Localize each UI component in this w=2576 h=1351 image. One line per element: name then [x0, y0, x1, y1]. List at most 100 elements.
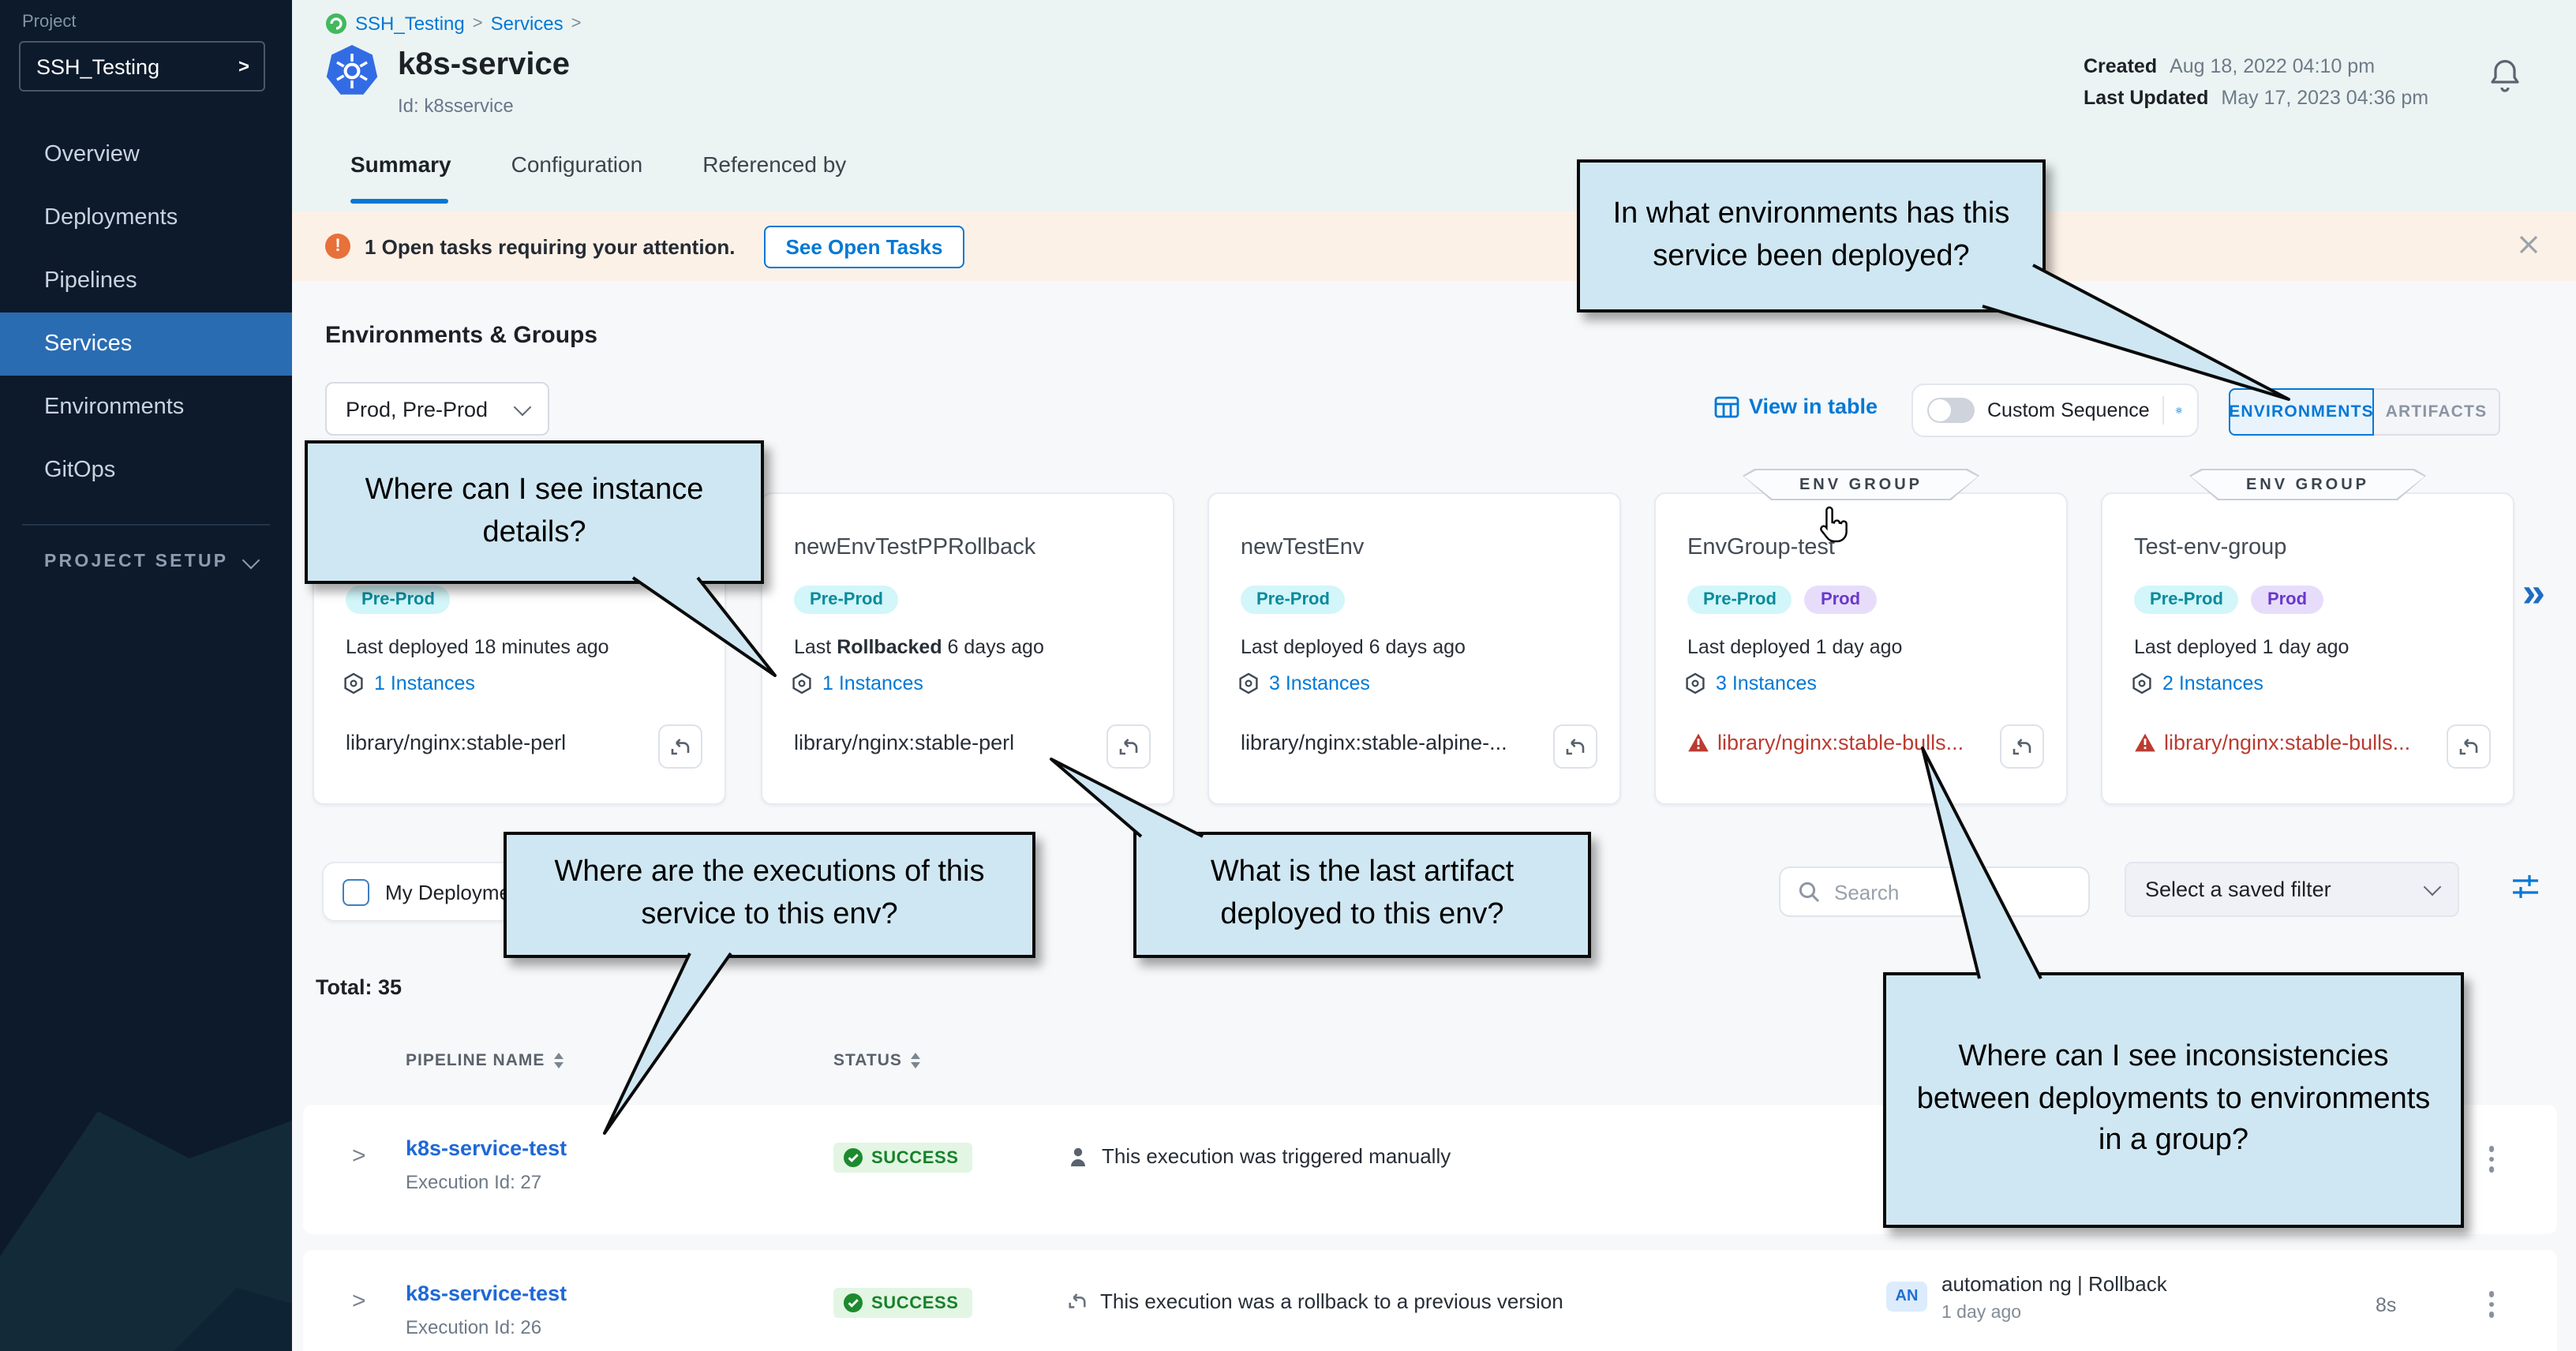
custom-sequence-toggle[interactable] [1927, 398, 1975, 423]
sidebar-item-project-setup[interactable]: PROJECT SETUP [44, 552, 256, 571]
notifications-bell-icon[interactable] [2486, 55, 2524, 96]
instances-link[interactable]: 3 Instances [1684, 672, 1817, 694]
open-tasks-banner: ! 1 Open tasks requiring your attention.… [292, 211, 2576, 281]
env-type-badges: Pre-Prod [1241, 586, 1346, 614]
search-box [1779, 866, 2090, 917]
artifact-name: library/nginx:stable-bulls... [2134, 731, 2410, 754]
redeploy-icon [1564, 735, 1586, 758]
column-header-status[interactable]: STATUS [833, 1051, 921, 1070]
warning-icon [2134, 732, 2156, 753]
sidebar-item-overview[interactable]: Overview [0, 123, 292, 186]
executions-total: Total: 35 [316, 975, 402, 999]
pipeline-name-link[interactable]: k8s-service-test [406, 1136, 567, 1160]
tab-environments-toggle[interactable]: ENVIRONMENTS [2229, 388, 2374, 436]
sidebar-item-deployments[interactable]: Deployments [0, 186, 292, 249]
expand-row-icon[interactable]: > [352, 1288, 366, 1315]
updated-label: Last Updated [2084, 87, 2208, 109]
environment-card[interactable]: ENV GROUPEnvGroup-testPre-ProdProdLast d… [1654, 492, 2068, 805]
env-type-badges: Pre-ProdProd [1687, 586, 1876, 614]
my-deployments-checkbox[interactable] [343, 878, 369, 905]
tab-bar: Summary Configuration Referenced by [350, 152, 846, 177]
instances-hexagon-icon [1684, 672, 1706, 694]
redeploy-artifact-button[interactable] [658, 724, 702, 769]
breadcrumb-separator: > [473, 14, 483, 33]
env-card-name: newEnvTestPPRollback [794, 535, 1035, 560]
instances-link[interactable]: 3 Instances [1237, 672, 1370, 694]
breadcrumb-separator: > [571, 14, 582, 33]
see-open-tasks-button[interactable]: See Open Tasks [764, 225, 965, 268]
tab-artifacts-toggle[interactable]: ARTIFACTS [2374, 388, 2500, 436]
breadcrumb: SSH_Testing > Services > [325, 13, 582, 35]
sidebar: Project SSH_Testing > OverviewDeployment… [0, 0, 292, 1351]
page-title: k8s-service [398, 47, 570, 84]
environment-card[interactable]: ENV GROUPTest-env-groupPre-ProdProdLast … [2101, 492, 2514, 805]
search-icon [1798, 881, 1820, 903]
instances-link[interactable]: 1 Instances [791, 672, 923, 694]
env-type-badges: Pre-ProdProd [2134, 586, 2323, 614]
success-check-icon [843, 1293, 863, 1313]
tab-configuration[interactable]: Configuration [511, 152, 643, 177]
close-icon[interactable] [2516, 232, 2541, 257]
row-menu-icon[interactable] [2488, 1291, 2494, 1317]
callout-executions-question: Where are the executions of this service… [504, 832, 1035, 958]
redeploy-icon [669, 735, 691, 758]
harness-icon [325, 13, 347, 35]
environment-type-dropdown[interactable]: Prod, Pre-Prod [325, 382, 549, 436]
artifact-name: library/nginx:stable-alpine-... [1241, 731, 1507, 754]
execution-row[interactable]: > k8s-service-test Execution Id: 26 SUCC… [303, 1250, 2557, 1351]
env-group-label: ENV GROUP [1799, 476, 1923, 493]
trigger-author: AN automation ng | Rollback 1 day ago [1886, 1272, 2167, 1323]
sidebar-item-environments[interactable]: Environments [0, 376, 292, 439]
filter-sliders-icon[interactable] [2510, 873, 2541, 901]
environment-card[interactable]: newTestEnvPre-ProdLast deployed 6 days a… [1208, 492, 1621, 805]
env-type-badges: Pre-Prod [794, 586, 899, 614]
instances-link[interactable]: 1 Instances [343, 672, 475, 694]
instances-hexagon-icon [1237, 672, 1260, 694]
tab-summary[interactable]: Summary [350, 152, 451, 177]
status-badge: SUCCESS [833, 1143, 973, 1173]
sidebar-item-pipelines[interactable]: Pipelines [0, 249, 292, 312]
view-in-table-link[interactable]: View in table [1714, 395, 1878, 418]
redeploy-artifact-button[interactable] [2000, 724, 2044, 769]
column-header-pipeline[interactable]: PIPELINE NAME [406, 1051, 564, 1070]
success-check-icon [843, 1147, 863, 1168]
redeploy-icon [2458, 735, 2480, 758]
env-card-name: Test-env-group [2134, 535, 2286, 560]
expand-row-icon[interactable]: > [352, 1143, 366, 1169]
trigger-info: This execution was triggered manually [1067, 1144, 1451, 1168]
instances-link[interactable]: 2 Instances [2131, 672, 2263, 694]
created-value: Aug 18, 2022 04:10 pm [2170, 55, 2375, 77]
project-selector[interactable]: SSH_Testing > [19, 41, 265, 92]
row-menu-icon[interactable] [2488, 1146, 2494, 1172]
cursor-pointer-icon [1818, 505, 1850, 543]
last-deployed-text: Last deployed 6 days ago [1241, 636, 1466, 658]
callout-inconsistencies-question: Where can I see inconsistencies between … [1883, 972, 2464, 1228]
sidebar-item-services[interactable]: Services [0, 312, 292, 376]
updated-value: May 17, 2023 04:36 pm [2221, 87, 2428, 109]
kubernetes-icon [325, 44, 379, 98]
env-type-badges: Pre-Prod [346, 586, 451, 614]
artifact-name: library/nginx:stable-perl [794, 731, 1014, 754]
active-tab-indicator [350, 199, 448, 204]
gear-icon[interactable] [2175, 398, 2183, 423]
env-type-badge: Pre-Prod [2134, 586, 2239, 614]
pipeline-name-link[interactable]: k8s-service-test [406, 1282, 567, 1305]
chevron-right-icon: > [238, 55, 249, 77]
environment-card[interactable]: newEnvTestPPRollbackPre-ProdLast Rollbac… [761, 492, 1174, 805]
chevron-down-icon [2424, 878, 2442, 896]
trigger-time: 1 day ago [1941, 1304, 2167, 1323]
env-group-ribbon: ENV GROUP [2189, 469, 2426, 500]
breadcrumb-services-link[interactable]: Services [491, 13, 564, 35]
created-label: Created [2084, 55, 2157, 77]
search-input[interactable] [1831, 878, 2058, 905]
redeploy-artifact-button[interactable] [1106, 724, 1151, 769]
redeploy-artifact-button[interactable] [1553, 724, 1597, 769]
redeploy-artifact-button[interactable] [2447, 724, 2491, 769]
saved-filter-dropdown[interactable]: Select a saved filter [2125, 862, 2459, 917]
tab-referenced-by[interactable]: Referenced by [702, 152, 846, 177]
breadcrumb-project-link[interactable]: SSH_Testing [355, 13, 465, 35]
last-deployed-text: Last deployed 18 minutes ago [346, 636, 609, 658]
project-label: Project [22, 13, 77, 32]
expand-panel-icon[interactable]: » [2522, 568, 2545, 617]
sidebar-item-gitops[interactable]: GitOps [0, 439, 292, 502]
